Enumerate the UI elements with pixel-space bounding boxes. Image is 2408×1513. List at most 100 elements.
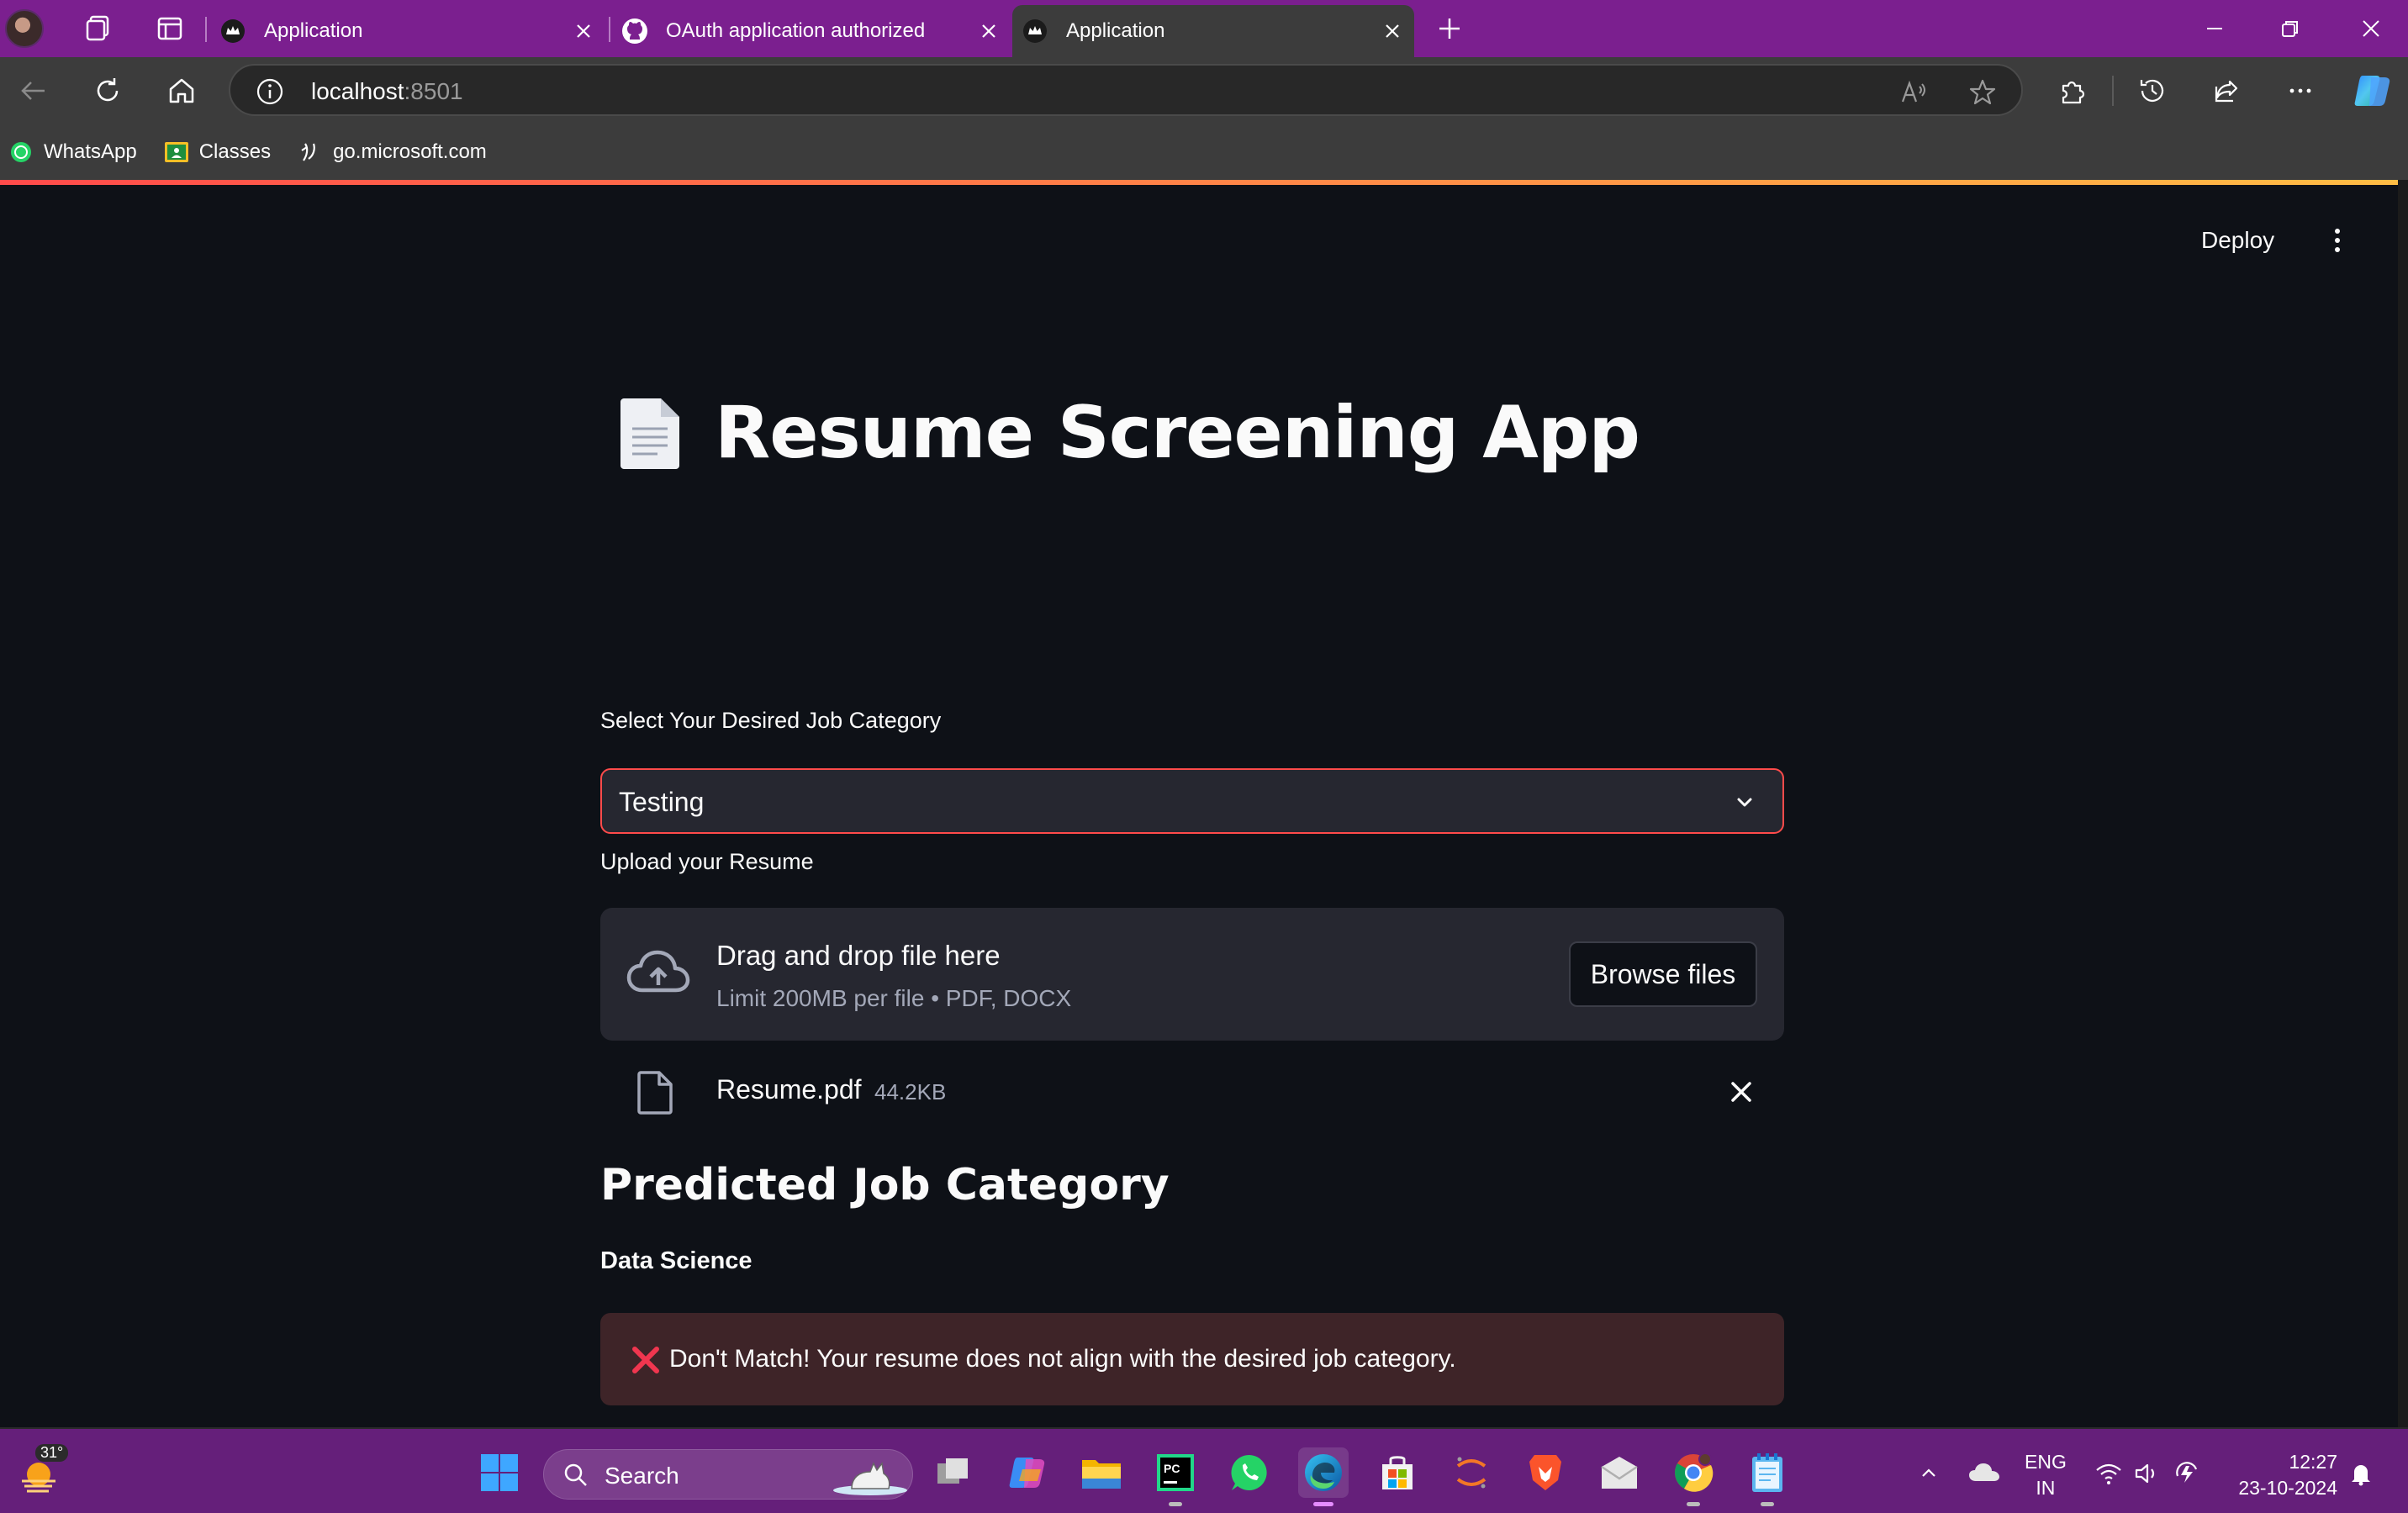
url-text[interactable]: localhost:8501 — [311, 78, 463, 105]
copilot-icon[interactable] — [2351, 69, 2395, 113]
history-icon[interactable] — [2134, 72, 2171, 109]
profile-avatar[interactable] — [5, 9, 44, 48]
dropzone-instructions: Drag and drop file here — [716, 940, 1001, 971]
streamlit-crown-icon — [219, 17, 247, 45]
upload-label: Upload your Resume — [600, 849, 814, 874]
onedrive-cloud-icon[interactable] — [1966, 1458, 2003, 1488]
alert-text: Don't Match! Your resume does not align … — [669, 1345, 1456, 1373]
remove-file-close-icon[interactable] — [1727, 1078, 1756, 1106]
weather-widget[interactable]: 31° — [17, 1444, 69, 1498]
back-arrow-icon[interactable] — [15, 72, 52, 109]
windows-start-icon[interactable] — [474, 1447, 525, 1498]
mismatch-alert: Don't Match! Your resume does not align … — [600, 1313, 1784, 1405]
microsoft-store-icon[interactable] — [1372, 1447, 1423, 1498]
clock-time: 12:27 — [2289, 1451, 2337, 1473]
tab-title: OAuth application authorized — [666, 19, 926, 42]
more-options-icon[interactable] — [2282, 72, 2319, 109]
chevron-down-icon — [1732, 790, 1757, 815]
search-highlight-cat-icon — [826, 1453, 911, 1497]
home-icon[interactable] — [163, 72, 200, 109]
notepad-icon[interactable] — [1742, 1447, 1793, 1506]
minimize-icon[interactable] — [2189, 8, 2240, 49]
file-explorer-icon[interactable] — [1076, 1447, 1127, 1498]
file-size: 44.2KB — [874, 1079, 947, 1104]
page-title: Resume Screening App — [715, 391, 1640, 475]
url-host: localhost — [311, 78, 404, 104]
site-info-icon[interactable] — [256, 77, 284, 106]
pycharm-icon[interactable]: PC — [1150, 1447, 1201, 1506]
tab-close-icon[interactable] — [1379, 18, 1406, 45]
tab-title: Application — [1066, 19, 1165, 42]
browse-files-button[interactable]: Browse files — [1569, 941, 1757, 1007]
vertical-tabs-icon[interactable] — [153, 12, 187, 45]
read-aloud-icon[interactable] — [1898, 77, 1929, 108]
streamlit-app: Deploy Resume Screening App Select Your … — [0, 185, 2398, 1427]
taskbar-search[interactable]: Search — [543, 1449, 913, 1500]
toolbar-divider — [2112, 76, 2114, 106]
brave-browser-icon[interactable] — [1520, 1447, 1571, 1498]
weather-temperature: 31° — [35, 1444, 69, 1462]
page-facing-up-icon — [619, 395, 683, 471]
main-menu-icon[interactable] — [2327, 225, 2347, 256]
edge-browser-icon[interactable] — [1298, 1447, 1349, 1506]
page-scrollbar[interactable] — [2398, 180, 2408, 1427]
language-indicator[interactable]: ENG IN — [2025, 1449, 2067, 1501]
system-clock[interactable]: 12:27 23-10-2024 — [2220, 1449, 2337, 1501]
svg-text:PC: PC — [1164, 1462, 1180, 1475]
browser-tab-strip: Application OAuth application authorized… — [0, 0, 2408, 57]
mail-icon[interactable] — [1594, 1447, 1645, 1498]
extensions-puzzle-icon[interactable] — [2053, 72, 2090, 109]
jupyter-icon[interactable] — [1446, 1447, 1497, 1498]
bookmark-go-microsoft[interactable]: go.microsoft.com — [298, 140, 487, 165]
google-classroom-icon — [164, 140, 189, 165]
bookmark-classes[interactable]: Classes — [164, 140, 271, 165]
tab-separator — [609, 17, 610, 42]
tab-strip-left-controls — [0, 0, 187, 57]
whatsapp-taskbar-icon[interactable] — [1224, 1447, 1275, 1498]
chevron-up-icon[interactable] — [1915, 1459, 1942, 1486]
deploy-button[interactable]: Deploy — [2201, 227, 2274, 254]
tab-title: Application — [264, 19, 363, 42]
tab-close-icon[interactable] — [570, 18, 597, 45]
tab-application-active[interactable]: Application — [1012, 5, 1414, 57]
language-code: ENG — [2025, 1451, 2067, 1473]
task-view-icon[interactable] — [928, 1447, 979, 1498]
notification-bell-icon[interactable] — [2347, 1459, 2374, 1488]
predicted-heading: Predicted Job Category — [600, 1160, 1170, 1210]
tab-oauth[interactable]: OAuth application authorized — [612, 5, 1011, 57]
job-category-select[interactable]: Testing — [600, 768, 1784, 834]
streamlit-crown-icon — [1021, 17, 1049, 45]
main-content: Resume Screening App Select Your Desired… — [600, 387, 1784, 1405]
search-icon — [562, 1462, 589, 1489]
bookmark-whatsapp[interactable]: WhatsApp — [8, 140, 137, 165]
battery-charging-icon[interactable] — [2173, 1459, 2203, 1488]
refresh-icon[interactable] — [89, 72, 126, 109]
restore-icon[interactable] — [2265, 8, 2316, 49]
selected-category: Testing — [619, 787, 705, 817]
favorite-star-icon[interactable] — [1967, 77, 1998, 108]
cloud-upload-icon — [626, 948, 691, 999]
file-icon — [636, 1071, 674, 1115]
address-bar[interactable]: localhost:8501 — [229, 64, 2023, 116]
bookmark-label: WhatsApp — [44, 140, 137, 163]
share-icon[interactable] — [2208, 72, 2245, 109]
language-region: IN — [2036, 1477, 2056, 1499]
tab-separator — [205, 17, 207, 42]
url-port: :8501 — [404, 78, 463, 104]
windows-taskbar: 31° Search PC ENG IN 12:27 23-10-2024 — [0, 1427, 2408, 1513]
volume-icon[interactable] — [2132, 1459, 2162, 1488]
bookmark-label: Classes — [198, 140, 272, 163]
workspaces-icon[interactable] — [81, 12, 114, 45]
wifi-icon[interactable] — [2094, 1459, 2124, 1488]
new-tab-plus-icon[interactable] — [1433, 12, 1466, 45]
search-placeholder: Search — [605, 1463, 679, 1489]
file-name: Resume.pdf — [716, 1074, 862, 1104]
title-row: Resume Screening App — [600, 387, 1784, 479]
copilot-taskbar-icon[interactable] — [1002, 1447, 1053, 1498]
chrome-icon[interactable] — [1668, 1447, 1719, 1506]
tab-close-icon[interactable] — [975, 18, 1002, 45]
file-dropzone[interactable]: Drag and drop file here Limit 200MB per … — [600, 908, 1784, 1041]
tab-application-1[interactable]: Application — [210, 5, 605, 57]
close-window-icon[interactable] — [2346, 8, 2396, 49]
whatsapp-icon — [8, 140, 34, 165]
